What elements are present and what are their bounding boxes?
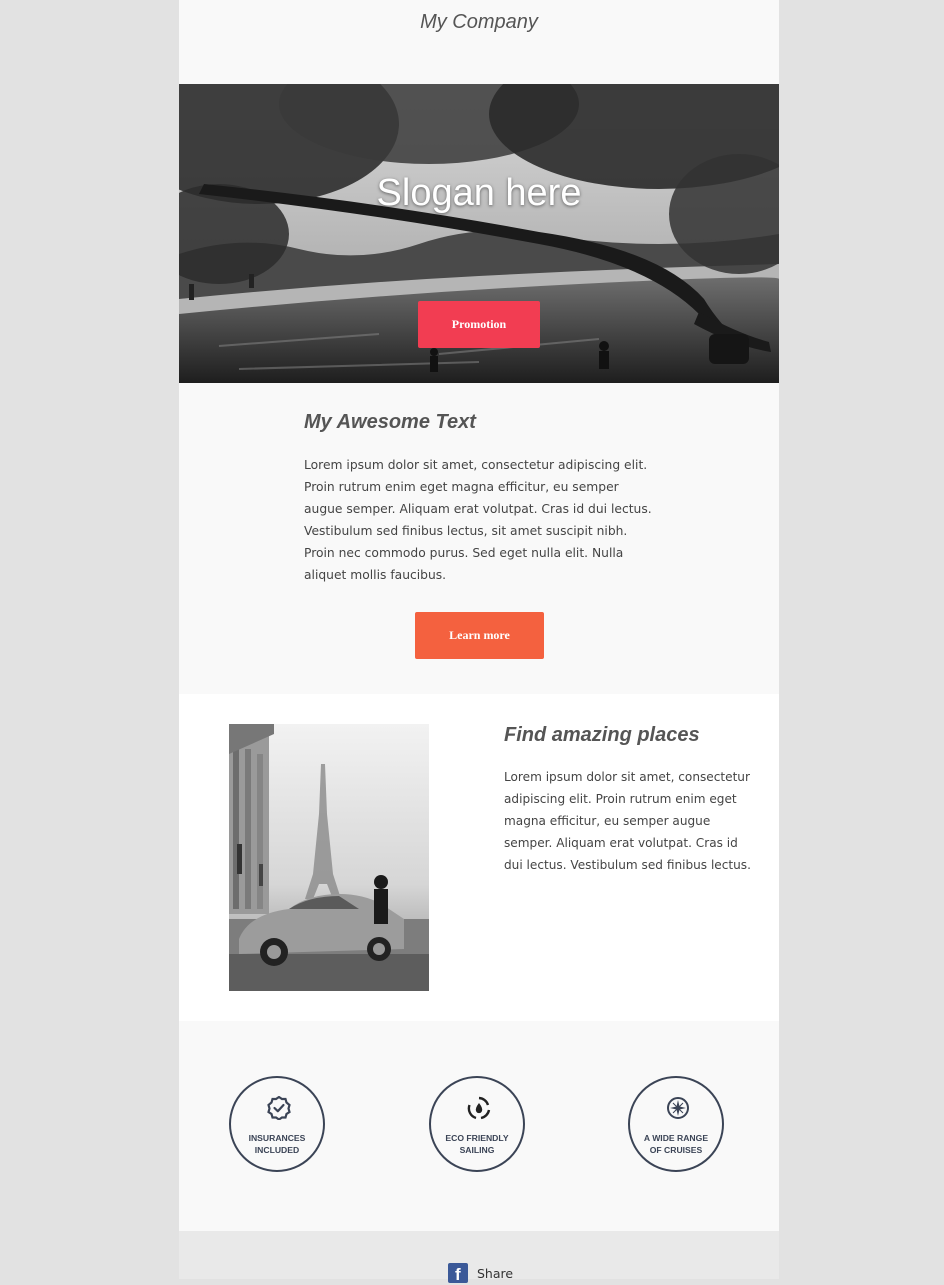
- feature-cruises: A WIDE RANGE OF CRUISES: [628, 1076, 724, 1172]
- hero-banner: Slogan here Promotion: [179, 84, 779, 383]
- share-label[interactable]: Share: [477, 1266, 513, 1281]
- places-title: Find amazing places: [504, 724, 700, 746]
- header: My Company: [179, 0, 779, 84]
- feature-label: ECO FRIENDLY SAILING: [445, 1133, 509, 1155]
- compass-icon: [667, 1097, 689, 1119]
- places-section: Find amazing places Lorem ipsum dolor si…: [179, 694, 779, 1021]
- feature-label: INSURANCES INCLUDED: [248, 1133, 306, 1155]
- facebook-share-link[interactable]: f Share: [448, 1263, 513, 1284]
- eco-cycle-icon: [467, 1096, 491, 1120]
- company-name: My Company: [420, 11, 538, 33]
- email-container: My Company Slogan here Promotion My Awes…: [179, 0, 779, 1284]
- paris-car-photo: [229, 724, 429, 991]
- footer: f Share: [179, 1231, 779, 1284]
- feature-eco-sailing: ECO FRIENDLY SAILING: [429, 1076, 525, 1172]
- features-section: INSURANCES INCLUDED ECO FRIENDLY SAILING: [179, 1021, 779, 1231]
- badge-check-icon: [267, 1096, 291, 1120]
- learn-more-button[interactable]: Learn more: [415, 612, 544, 659]
- intro-section: My Awesome Text Lorem ipsum dolor sit am…: [179, 383, 779, 694]
- feature-label: A WIDE RANGE OF CRUISES: [643, 1133, 709, 1155]
- feature-insurances: INSURANCES INCLUDED: [229, 1076, 325, 1172]
- intro-body: Lorem ipsum dolor sit amet, consectetur …: [304, 458, 652, 582]
- hero-slogan: Slogan here: [376, 172, 582, 214]
- facebook-icon[interactable]: f: [448, 1263, 468, 1284]
- promotion-button[interactable]: Promotion: [418, 301, 540, 348]
- intro-title: My Awesome Text: [304, 411, 476, 433]
- places-body: Lorem ipsum dolor sit amet, consectetur …: [504, 770, 751, 872]
